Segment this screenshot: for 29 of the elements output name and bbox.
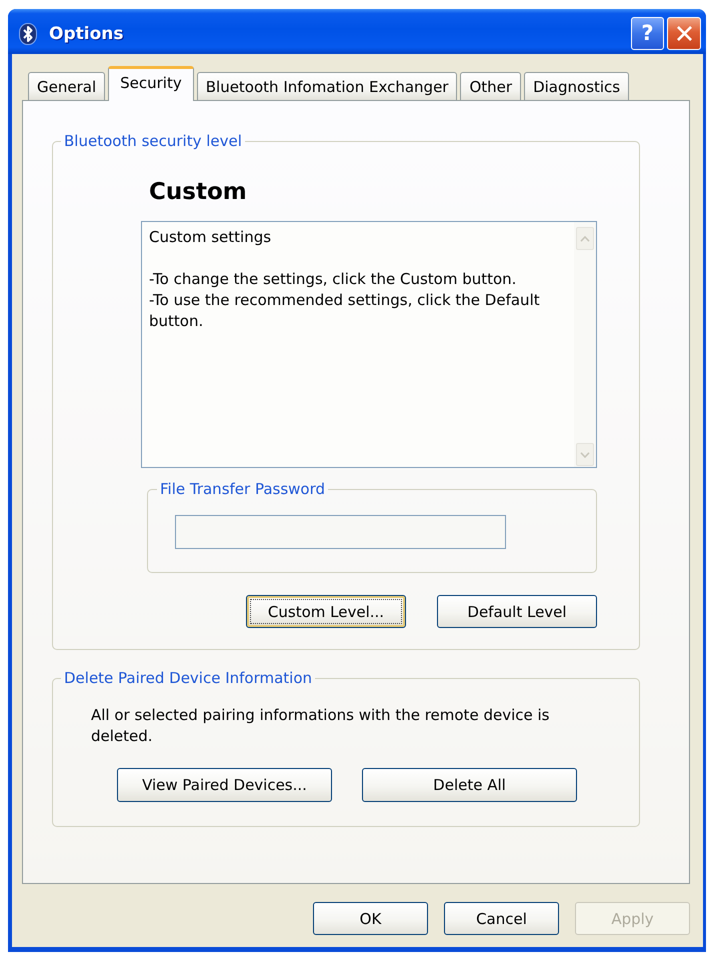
description-text: Custom settings bbox=[149, 227, 272, 248]
scroll-up-button[interactable] bbox=[576, 227, 594, 250]
security-level-title: Custom bbox=[149, 178, 248, 206]
dialog-button[interactable]: OK bbox=[313, 902, 428, 935]
tab[interactable]: Security bbox=[108, 66, 194, 101]
scroll-down-button[interactable] bbox=[576, 443, 594, 466]
description-text: -To change the settings, click the Custom button. bbox=[149, 269, 518, 290]
paired-devices-button[interactable]: View Paired Devices... bbox=[117, 768, 332, 802]
tab[interactable]: Bluetooth Infomation Exchanger bbox=[196, 72, 458, 100]
tab[interactable]: Other bbox=[460, 72, 522, 100]
chevron-up-icon bbox=[580, 236, 590, 242]
window-title: Options bbox=[49, 24, 124, 44]
tab[interactable]: Diagnostics bbox=[524, 72, 630, 100]
dialog-button[interactable]: Cancel bbox=[444, 902, 559, 935]
level-button[interactable]: Custom Level... bbox=[246, 595, 406, 628]
password-field[interactable] bbox=[175, 515, 506, 549]
group-label: Delete Paired Device Information bbox=[63, 669, 314, 687]
close-button[interactable] bbox=[667, 17, 701, 50]
info-text: All or selected pairing informations with the remote device is deleted. bbox=[91, 705, 550, 747]
chevron-down-icon bbox=[580, 452, 590, 458]
paired-devices-button[interactable]: Delete All bbox=[362, 768, 577, 802]
group-label: File Transfer Password bbox=[159, 480, 326, 498]
level-button[interactable]: Default Level bbox=[437, 595, 597, 628]
tab[interactable]: General bbox=[28, 72, 106, 100]
group-label: Bluetooth security level bbox=[63, 132, 243, 150]
help-button[interactable]: ? bbox=[631, 17, 664, 50]
description-text: -To use the recommended settings, click the Default button. bbox=[149, 290, 541, 332]
close-icon bbox=[676, 26, 692, 41]
bluetooth-icon bbox=[19, 22, 37, 44]
